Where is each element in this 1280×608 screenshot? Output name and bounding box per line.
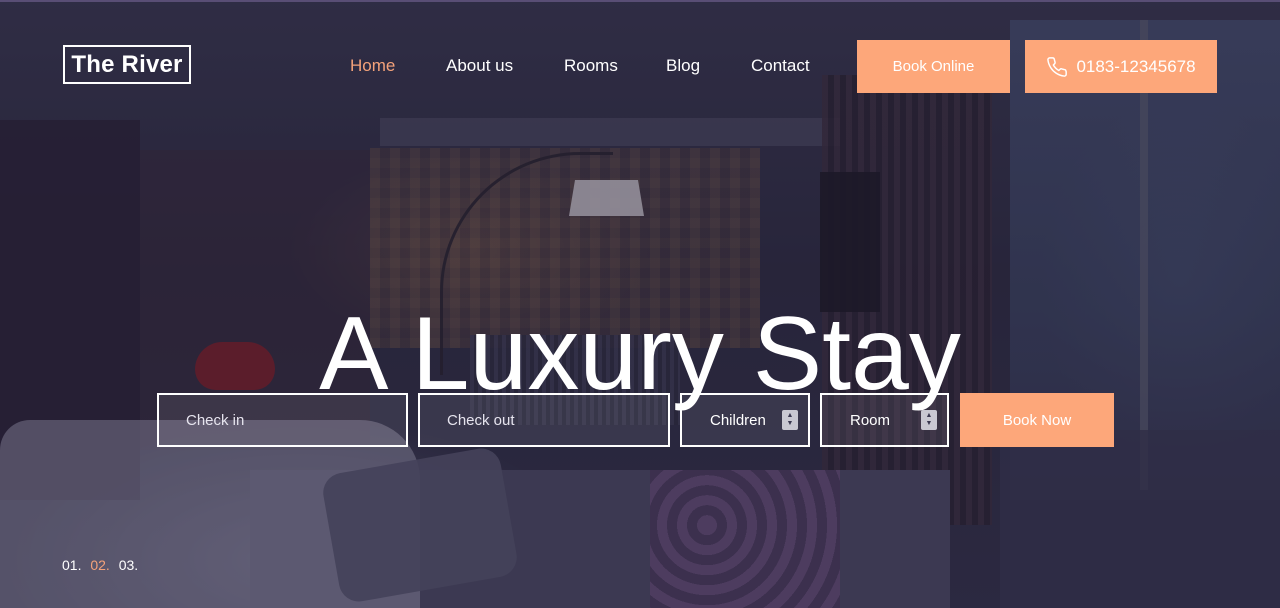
hero-section: The River Home About us Rooms Blog Conta… [0, 0, 1280, 608]
chevron-down-icon[interactable]: ▼ [926, 420, 933, 428]
children-label: Children [710, 411, 766, 429]
check-in-field[interactable] [157, 393, 408, 447]
phone-icon [1046, 56, 1068, 78]
chevron-up-icon[interactable]: ▲ [787, 412, 794, 420]
phone-number: 0183-12345678 [1076, 56, 1196, 76]
book-now-button[interactable]: Book Now [960, 393, 1114, 447]
book-online-button[interactable]: Book Online [857, 40, 1010, 93]
book-online-label: Book Online [892, 58, 975, 75]
children-stepper[interactable]: Children ▲ ▼ [680, 393, 810, 447]
nav-item-contact[interactable]: Contact [751, 56, 810, 76]
check-out-input[interactable] [420, 395, 668, 445]
slide-indicator-3[interactable]: 03. [119, 557, 138, 573]
nav-item-about-us[interactable]: About us [446, 56, 513, 76]
book-now-label: Book Now [1002, 411, 1072, 429]
phone-button[interactable]: 0183-12345678 [1025, 40, 1217, 93]
check-in-input[interactable] [159, 395, 406, 445]
nav-item-blog[interactable]: Blog [666, 56, 700, 76]
room-label: Room [850, 411, 891, 429]
children-stepper-arrows[interactable]: ▲ ▼ [782, 410, 798, 430]
chevron-up-icon[interactable]: ▲ [926, 412, 933, 420]
chevron-down-icon[interactable]: ▼ [787, 420, 794, 428]
site-logo[interactable]: The River [63, 45, 191, 84]
slide-indicator-2[interactable]: 02. [90, 557, 109, 573]
nav-item-rooms[interactable]: Rooms [564, 56, 618, 76]
room-stepper[interactable]: Room ▲ ▼ [820, 393, 949, 447]
check-out-field[interactable] [418, 393, 670, 447]
slider-indicators: 01. 02. 03. [62, 557, 143, 573]
slide-indicator-1[interactable]: 01. [62, 557, 81, 573]
hero-title: A Luxury Stay [319, 295, 961, 412]
room-stepper-arrows[interactable]: ▲ ▼ [921, 410, 937, 430]
nav-item-home[interactable]: Home [350, 56, 395, 76]
